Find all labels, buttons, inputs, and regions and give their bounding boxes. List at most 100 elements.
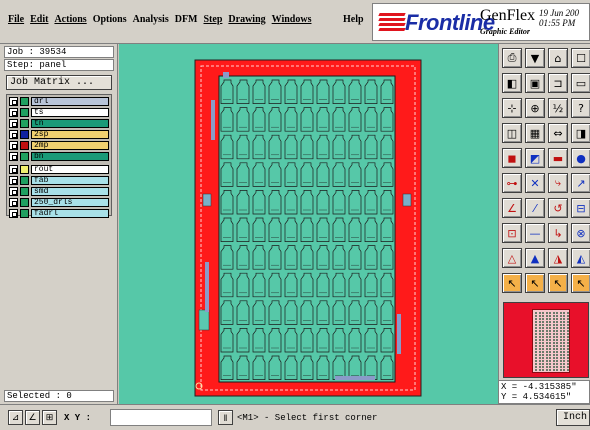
units-button[interactable]: Inch (556, 409, 590, 426)
bracket-tool-button[interactable]: ⊟ (571, 198, 590, 218)
triangle2-tool-button[interactable]: ▲ (525, 248, 545, 268)
menu-actions[interactable]: Actions (54, 14, 86, 30)
layer-color-swatch[interactable] (20, 165, 29, 174)
snap-tool-button[interactable]: ⊿ (8, 410, 23, 425)
fill-tool-button[interactable]: ◼ (502, 148, 522, 168)
layer-row[interactable]: ts (9, 108, 109, 118)
dot-tool-button[interactable]: ● (571, 148, 590, 168)
layer-color-swatch[interactable] (20, 97, 29, 106)
angle-tool-button[interactable]: ∠ (502, 198, 522, 218)
layer-name[interactable]: drl (31, 97, 109, 106)
layer-toggle[interactable] (9, 165, 18, 174)
menu-step[interactable]: Step (204, 14, 223, 30)
triangle-tool-button[interactable]: △ (502, 248, 522, 268)
slash-tool-button[interactable]: ⁄ (525, 198, 545, 218)
layer-toggle[interactable] (9, 108, 18, 117)
layers-tool-button[interactable]: ◫ (502, 123, 522, 143)
menu-analysis[interactable]: Analysis (133, 14, 169, 30)
xy-input[interactable] (110, 409, 212, 426)
move-tool-button[interactable]: ⊗ (571, 223, 590, 243)
triangle4-tool-button[interactable]: ◭ (571, 248, 590, 268)
pointer-tool-button[interactable]: ↖ (502, 273, 522, 293)
layer-name[interactable]: rout (31, 165, 109, 174)
layer-color-swatch[interactable] (20, 176, 29, 185)
pad-tool-button[interactable]: ▬ (548, 148, 568, 168)
menu-drawing[interactable]: Drawing (228, 14, 265, 30)
pause-button[interactable]: ‖ (218, 410, 233, 425)
layer-row[interactable]: drl (9, 97, 109, 107)
pointer2-tool-button[interactable]: ↖ (525, 273, 545, 293)
cross-tool-button[interactable]: ✕ (525, 173, 545, 193)
mirror-tool-button[interactable]: ⇔ (548, 123, 568, 143)
half-tool-button[interactable]: ½ (548, 98, 568, 118)
save-tool-button[interactable]: ▼ (525, 48, 545, 68)
layer-name[interactable]: ts (31, 108, 109, 117)
flip-tool-button[interactable]: ◨ (571, 123, 590, 143)
layer-toggle[interactable] (9, 141, 18, 150)
layer-color-swatch[interactable] (20, 209, 29, 218)
layer-toggle[interactable] (9, 209, 18, 218)
layer-name[interactable]: 2mp (31, 141, 109, 150)
snap-tool-button[interactable]: ⊶ (502, 173, 522, 193)
layer-color-swatch[interactable] (20, 141, 29, 150)
menu-options[interactable]: Options (93, 14, 127, 30)
layer-row[interactable]: rout (9, 165, 109, 175)
io-tool-button[interactable]: ⊐ (548, 73, 568, 93)
layer-color-swatch[interactable] (20, 152, 29, 161)
menu-edit[interactable]: Edit (30, 14, 48, 30)
dash-tool-button[interactable]: — (525, 223, 545, 243)
layer-toggle[interactable] (9, 97, 18, 106)
line-tool-button[interactable]: ↗ (571, 173, 590, 193)
grid-tool-button[interactable]: ⊞ (42, 410, 57, 425)
corner-tool-button[interactable]: ↳ (548, 223, 568, 243)
layer-color-swatch[interactable] (20, 130, 29, 139)
window-tool-button[interactable]: ☐ (571, 48, 590, 68)
home-tool-button[interactable]: ⌂ (548, 48, 568, 68)
input-tool-button[interactable]: ◧ (502, 73, 522, 93)
layer-row[interactable]: tn (9, 119, 109, 129)
triangle3-tool-button[interactable]: ◮ (548, 248, 568, 268)
pointer3-tool-button[interactable]: ↖ (548, 273, 568, 293)
layer-toggle[interactable] (9, 198, 18, 207)
arc-tool-button[interactable]: ↺ (548, 198, 568, 218)
layer-row[interactable]: bn (9, 152, 109, 162)
layer-name[interactable]: 250_drls (31, 198, 109, 207)
grid-tool-button[interactable]: ▦ (525, 123, 545, 143)
menu-file[interactable]: File (8, 14, 24, 30)
layer-color-swatch[interactable] (20, 198, 29, 207)
job-matrix-button[interactable]: Job Matrix ... (6, 75, 112, 90)
graphic-canvas[interactable] (119, 44, 498, 404)
menu-windows[interactable]: Windows (272, 14, 312, 30)
layer-row[interactable]: fab (9, 176, 109, 186)
layer-row[interactable]: smd (9, 187, 109, 197)
layer-row[interactable]: 250_drls (9, 198, 109, 208)
layer-row[interactable]: fadrl (9, 209, 109, 219)
layer-toggle[interactable] (9, 130, 18, 139)
layer-name[interactable]: tn (31, 119, 109, 128)
layer-color-swatch[interactable] (20, 108, 29, 117)
layer-toggle[interactable] (9, 176, 18, 185)
layer-toggle[interactable] (9, 152, 18, 161)
panel-tool-button[interactable]: ▭ (571, 73, 590, 93)
layer-color-swatch[interactable] (20, 187, 29, 196)
layer-toggle[interactable] (9, 187, 18, 196)
overview-panel[interactable] (503, 302, 589, 378)
pointer4-tool-button[interactable]: ↖ (571, 273, 590, 293)
layer-toggle[interactable] (9, 119, 18, 128)
print-tool-button[interactable]: ⎙ (502, 48, 522, 68)
pad-add-tool-button[interactable]: ⊡ (502, 223, 522, 243)
fit-tool-button[interactable]: ⊹ (502, 98, 522, 118)
connect-tool-button[interactable]: ⤷ (548, 173, 568, 193)
menu-help[interactable]: Help (343, 14, 364, 25)
question-tool-button[interactable]: ? (571, 98, 590, 118)
output-tool-button[interactable]: ▣ (525, 73, 545, 93)
measure-tool-button[interactable]: ∠ (25, 410, 40, 425)
layer-row[interactable]: 2sp (9, 130, 109, 140)
layer-name[interactable]: fadrl (31, 209, 109, 218)
layer-color-swatch[interactable] (20, 119, 29, 128)
outline-tool-button[interactable]: ◩ (525, 148, 545, 168)
layer-name[interactable]: fab (31, 176, 109, 185)
layer-name[interactable]: bn (31, 152, 109, 161)
layer-row[interactable]: 2mp (9, 141, 109, 151)
menu-dfm[interactable]: DFM (175, 14, 198, 30)
